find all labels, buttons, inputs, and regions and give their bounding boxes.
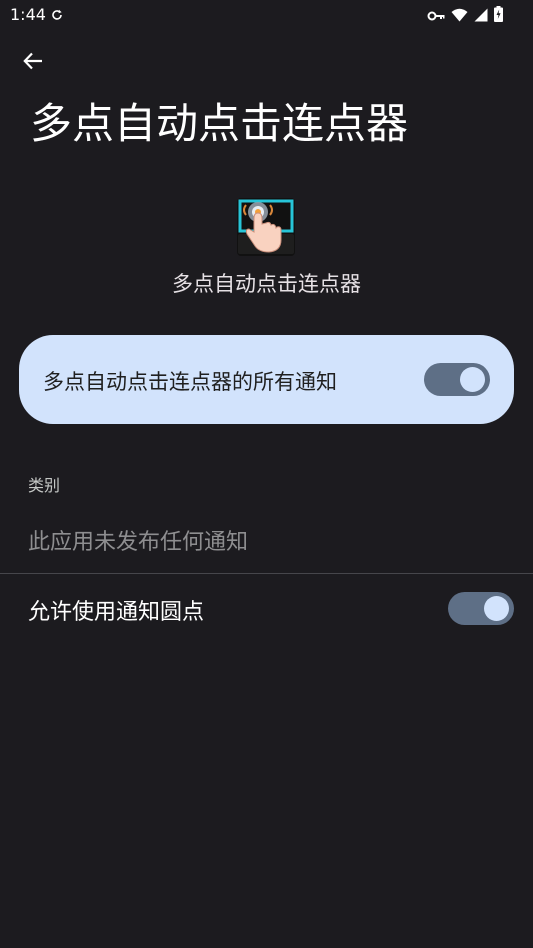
- back-button[interactable]: [14, 44, 52, 82]
- all-notifications-switch[interactable]: [424, 363, 490, 396]
- app-name: 多点自动点击连点器: [172, 272, 361, 296]
- categories-header: 类别: [28, 476, 61, 495]
- status-icons: [427, 6, 503, 26]
- vpn-key-icon: [427, 7, 445, 26]
- status-bar: 1:44: [0, 0, 533, 30]
- switch-knob: [484, 596, 509, 621]
- all-notifications-label: 多点自动点击连点器的所有通知: [43, 370, 337, 394]
- switch-knob: [460, 367, 485, 392]
- sync-icon: [50, 7, 64, 26]
- no-notifications-text: 此应用未发布任何通知: [28, 530, 249, 555]
- app-icon: [237, 198, 295, 256]
- notification-dots-row[interactable]: 允许使用通知圆点: [0, 574, 533, 644]
- all-notifications-card[interactable]: 多点自动点击连点器的所有通知: [19, 335, 514, 424]
- status-time: 1:44: [10, 5, 46, 24]
- notification-dots-switch[interactable]: [448, 592, 514, 625]
- battery-charging-icon: [494, 6, 503, 26]
- arrow-back-icon: [22, 50, 44, 76]
- signal-icon: [474, 7, 488, 26]
- page-title: 多点自动点击连点器: [30, 99, 409, 148]
- notification-dots-label: 允许使用通知圆点: [28, 600, 205, 625]
- wifi-icon: [451, 7, 468, 26]
